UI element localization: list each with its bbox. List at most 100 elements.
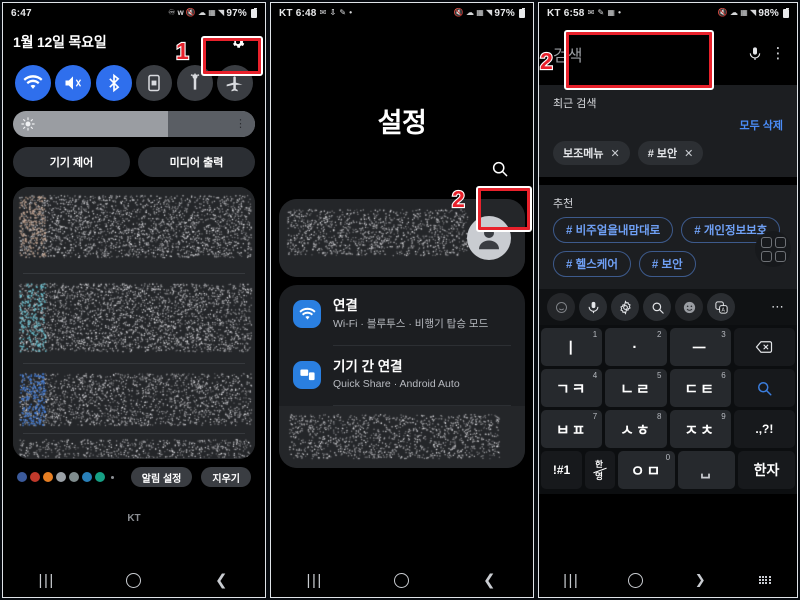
settings-gear-icon[interactable]: [611, 293, 639, 321]
microphone-icon[interactable]: [579, 293, 607, 321]
key-lang-toggle[interactable]: 한영: [585, 451, 615, 489]
key-label: ㅇㅁ: [631, 460, 663, 481]
wifi-calling-icon: ☁: [730, 9, 738, 17]
page-title: 설정: [271, 101, 533, 140]
notification-footer: 알림 설정 지우기: [13, 459, 255, 487]
brightness-slider[interactable]: ⋮: [13, 111, 255, 137]
suggested-chip[interactable]: # 보안: [639, 251, 696, 277]
chip-label: # 보안: [648, 145, 677, 161]
autorotate-toggle[interactable]: [136, 65, 172, 101]
suggested-chip[interactable]: # 비주얼을내맘대로: [553, 217, 673, 243]
key-dot[interactable]: 2 ·: [605, 328, 666, 366]
annotation-number-2a: 2: [452, 186, 465, 213]
notification-list[interactable]: [13, 187, 255, 459]
sticker-icon[interactable]: [547, 293, 575, 321]
emoji-icon[interactable]: [675, 293, 703, 321]
settings-row-connections[interactable]: 연결 Wi-Fi · 블루투스 · 비행기 탑승 모드: [279, 285, 525, 345]
key-ieung-mieum[interactable]: 0 ㅇㅁ: [618, 451, 675, 489]
key-symbols[interactable]: !#1: [541, 451, 582, 489]
key-digeut-tieut[interactable]: 6 ㄷㅌ: [670, 369, 731, 407]
key-punctuation[interactable]: .,?!: [734, 410, 795, 448]
media-output-button[interactable]: 미디어 출력: [138, 147, 255, 177]
notification-settings-button[interactable]: 알림 설정: [131, 467, 193, 487]
key-label: .,?!: [755, 422, 773, 436]
recent-chip[interactable]: 보조메뉴 ✕: [553, 141, 630, 165]
clear-all-button[interactable]: 모두 삭제: [553, 117, 783, 133]
suggested-section: 추천 # 비주얼을내맘대로 # 개인정보보호 # 헬스케어 # 보안: [539, 185, 797, 289]
settings-search-icon[interactable]: [477, 147, 521, 189]
brightness-more-icon[interactable]: ⋮: [235, 119, 246, 130]
sound-toggle[interactable]: [55, 65, 91, 101]
key-label: ·: [632, 339, 639, 356]
date-label: 1월 12일 목요일: [13, 32, 107, 52]
key-space[interactable]: ␣: [678, 451, 735, 489]
home-button[interactable]: [614, 573, 658, 588]
key-number: 7: [593, 412, 597, 421]
annotation-box-1: [203, 38, 261, 74]
key-jieut-chieut[interactable]: 9 ㅈㅊ: [670, 410, 731, 448]
settings-row-redacted[interactable]: [279, 406, 525, 468]
battery-percent: 97%: [226, 8, 247, 19]
recent-search-section: 최근 검색 모두 삭제 보조메뉴 ✕ # 보안 ✕: [539, 85, 797, 177]
more-vertical-icon[interactable]: ⋮: [769, 49, 787, 60]
battery-percent: 98%: [758, 8, 779, 19]
home-button[interactable]: [112, 573, 156, 588]
app-icon-4: [56, 472, 66, 482]
app-icon-3: [43, 472, 53, 482]
more-horizontal-icon[interactable]: ⋯: [771, 303, 789, 311]
device-connect-icon: [299, 366, 316, 383]
key-vertical-stroke[interactable]: 1ㅣ: [541, 328, 602, 366]
wifi-calling-icon: ☁: [466, 9, 474, 17]
rotate-lock-icon: [144, 73, 164, 93]
back-icon[interactable]: ❮: [467, 571, 511, 589]
signal-icon: ◥: [486, 9, 492, 17]
key-bieup-pieup[interactable]: 7 ㅂㅍ: [541, 410, 602, 448]
keyboard-row: !#1 한영 0 ㅇㅁ ␣ 한자: [541, 451, 795, 489]
carrier-label: KT: [13, 513, 255, 524]
app-notification-icon: ✎: [597, 9, 604, 17]
app-grid-icon[interactable]: [755, 231, 791, 267]
key-giyeok-kieuk[interactable]: 4 ㄱㅋ: [541, 369, 602, 407]
key-backspace[interactable]: [734, 328, 795, 366]
voice-search-button[interactable]: [741, 45, 769, 63]
phone-screen-search: KT 6:58 ✉ ✎ ▦ • 🔇 ☁ ▦ ◥ 98% 검색 ⋮ 최근 검색 모…: [538, 2, 798, 598]
key-nieun-rieul[interactable]: 5 ㄴㄹ: [605, 369, 666, 407]
chevron-down-icon[interactable]: ❯: [678, 572, 722, 588]
clear-notifications-button[interactable]: 지우기: [201, 467, 251, 487]
annotation-number-1: 1: [176, 38, 189, 65]
home-button[interactable]: [380, 573, 424, 588]
bluetooth-toggle[interactable]: [96, 65, 132, 101]
key-label: ㅈㅊ: [684, 419, 716, 440]
bluetooth-icon: w: [177, 9, 183, 17]
key-hanja[interactable]: 한자: [738, 451, 795, 489]
search-glyph: [650, 300, 665, 315]
recent-apps-icon[interactable]: |||: [549, 572, 593, 589]
key-search-action[interactable]: [734, 369, 795, 407]
key-label: ㅅㅎ: [620, 419, 652, 440]
status-time: 6:47: [11, 8, 32, 19]
redacted-row-content: [279, 406, 525, 468]
wifi-toggle[interactable]: [15, 65, 51, 101]
app-icon-2: [30, 472, 40, 482]
row-subtitle: Wi-Fi · 블루투스 · 비행기 탑승 모드: [333, 318, 488, 332]
recent-apps-icon[interactable]: |||: [25, 572, 69, 589]
device-control-button[interactable]: 기기 제어: [13, 147, 130, 177]
key-siot-hieut[interactable]: 8 ㅅㅎ: [605, 410, 666, 448]
device-connect-icon-bg: [293, 361, 321, 389]
key-horizontal-stroke[interactable]: 3ㅡ: [670, 328, 731, 366]
recent-chip[interactable]: # 보안 ✕: [638, 141, 704, 165]
back-icon[interactable]: ❮: [199, 571, 243, 589]
keyboard-icon[interactable]: [743, 576, 787, 584]
keyboard-row: 4 ㄱㅋ 5 ㄴㄹ 6 ㄷㅌ: [541, 369, 795, 407]
key-label: ㄷㅌ: [684, 378, 716, 399]
battery-icon: [519, 9, 525, 18]
key-number: 5: [657, 371, 661, 380]
translate-icon[interactable]: A: [707, 293, 735, 321]
suggested-chip[interactable]: # 헬스케어: [553, 251, 631, 277]
mute-icon: 🔇: [186, 9, 196, 17]
search-icon[interactable]: [643, 293, 671, 321]
recent-apps-icon[interactable]: |||: [293, 572, 337, 589]
settings-row-device-connect[interactable]: 기기 간 연결 Quick Share · Android Auto: [279, 346, 525, 406]
close-icon[interactable]: ✕: [684, 147, 693, 160]
close-icon[interactable]: ✕: [610, 147, 619, 160]
